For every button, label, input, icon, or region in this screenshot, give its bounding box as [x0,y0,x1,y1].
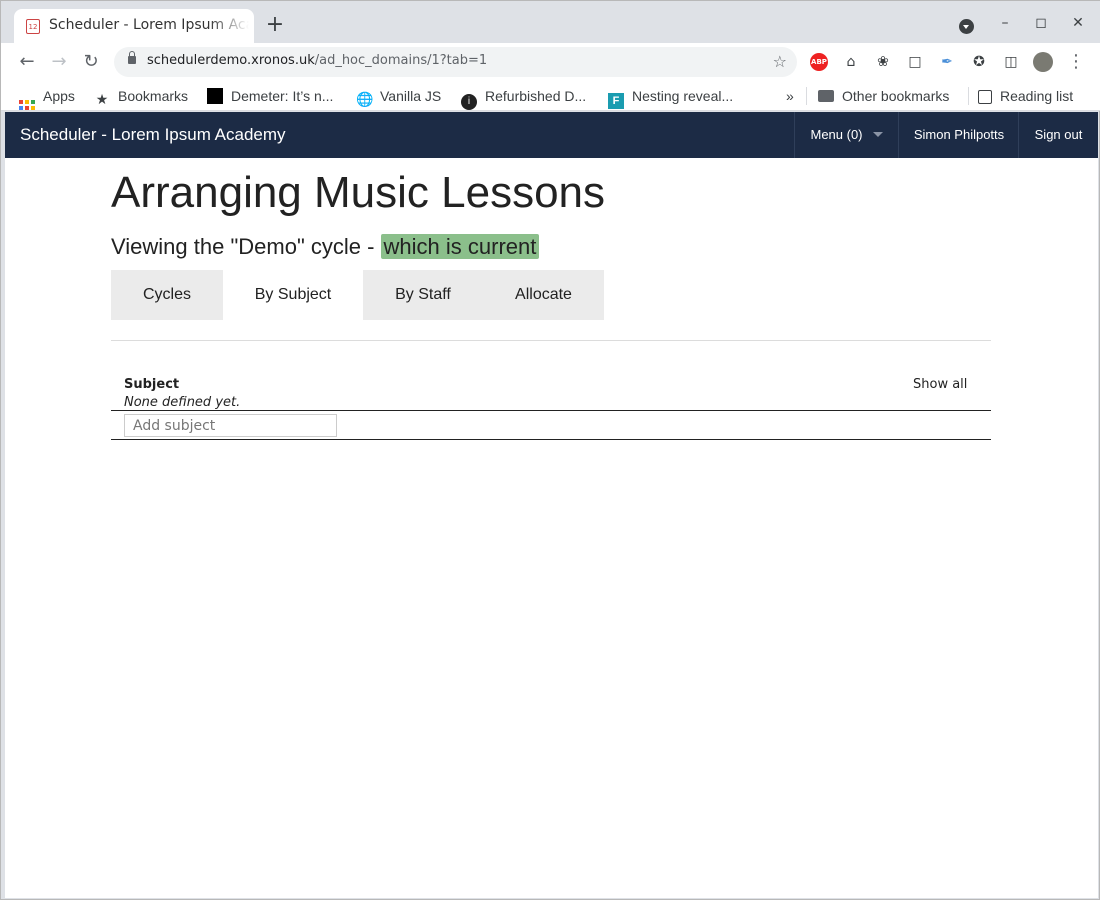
table-rule [111,410,991,411]
reading-list[interactable]: Reading list [978,85,1073,107]
user-name-link[interactable]: Simon Philpotts [898,112,1019,158]
reading-list-label: Reading list [1000,88,1074,104]
tab-by-staff[interactable]: By Staff [363,270,483,320]
url-path: /ad_hoc_domains/1?tab=1 [314,53,488,68]
maximize-icon[interactable]: ◻ [1031,13,1051,33]
profile-avatar[interactable] [1033,52,1053,72]
f-square-icon: F [608,93,624,109]
chevron-down-icon [872,132,883,137]
divider [111,340,991,341]
add-subject-input[interactable] [124,414,337,437]
tab-cycles[interactable]: Cycles [111,270,223,320]
bookmark-label: Demeter: It’s n... [231,88,334,104]
adblock-icon[interactable]: ABP [810,53,828,71]
bookmark-apps[interactable]: Apps [19,85,75,116]
url-host: schedulerdemo.xronos.uk [147,53,315,68]
extension-gnome-icon[interactable]: ❀ [874,53,892,71]
feather-icon[interactable]: ✒ [938,53,956,71]
subject-header: Subject [124,377,180,392]
bookmark-label: Bookmarks [118,88,189,104]
browser-menu-icon[interactable]: ⋮ [1067,51,1085,73]
sign-out-link[interactable]: Sign out [1018,112,1098,158]
cast-icon[interactable]: ◫ [1002,53,1020,71]
bookmark-refurbished[interactable]: i Refurbished D... [461,85,587,110]
current-badge: which is current [380,234,540,259]
bookmark-demeter[interactable]: Demeter: It’s n... [207,85,333,107]
show-all-link[interactable]: Show all [913,377,967,392]
empty-message: None defined yet. [124,395,241,410]
web-page: Scheduler - Lorem Ipsum Academy Menu (0)… [5,112,1098,898]
bookmark-label: Refurbished D... [485,88,587,104]
lock-icon [128,51,136,64]
bookmarks-bar: Apps ★ Bookmarks Demeter: It’s n... 🌐 Vani… [1,81,1100,116]
extension-house-icon[interactable]: ⌂ [842,53,860,71]
info-circle-icon: i [461,94,477,110]
address-bar[interactable]: schedulerdemo.xronos.uk/ad_hoc_domains/1… [114,47,797,77]
app-brand[interactable]: Scheduler - Lorem Ipsum Academy [20,125,286,145]
reading-list-icon [978,90,992,104]
bookmark-label: Apps [43,88,75,104]
cycle-subtitle: Viewing the "Demo" cycle - which is curr… [111,234,540,260]
browser-toolbar: ← → ↻ schedulerdemo.xronos.uk/ad_hoc_dom… [1,43,1100,81]
url-text: schedulerdemo.xronos.uk/ad_hoc_domains/1… [147,53,487,68]
calendar-favicon-icon: 12 [26,19,40,34]
tab-by-subject[interactable]: By Subject [223,270,363,320]
bookmark-star-icon[interactable]: ☆ [773,52,787,71]
screenshot-icon[interactable]: □ [906,53,924,71]
forward-icon[interactable]: → [48,51,70,73]
menu-dropdown[interactable]: Menu (0) [794,112,898,158]
bookmark-label: Nesting reveal... [632,88,734,104]
bookmark-bookmarks[interactable]: ★ Bookmarks [94,85,188,107]
tab-allocate[interactable]: Allocate [483,270,604,320]
tab-search-icon[interactable] [959,19,974,34]
black-square-icon [207,88,223,104]
tab-strip: 12 Scheduler - Lorem Ipsum Academy + – ◻… [1,1,1100,43]
tab-title: Scheduler - Lorem Ipsum Academy [49,17,249,33]
subtitle-text: Viewing the "Demo" cycle - [111,234,381,259]
minimize-icon[interactable]: – [995,13,1015,33]
app-topbar: Scheduler - Lorem Ipsum Academy Menu (0)… [5,112,1098,158]
bookmark-label: Other bookmarks [842,88,950,104]
bookmark-other-bookmarks[interactable]: Other bookmarks [818,85,949,107]
bookmarks-overflow-icon[interactable]: » [786,85,794,107]
browser-tab[interactable]: 12 Scheduler - Lorem Ipsum Academy [14,9,254,43]
extensions-puzzle-icon[interactable]: ✪ [970,53,988,71]
menu-label: Menu (0) [810,127,863,142]
browser-window: 12 Scheduler - Lorem Ipsum Academy + – ◻… [0,0,1100,900]
bookmark-vanilla-js[interactable]: 🌐 Vanilla JS [356,85,441,107]
folder-icon [818,90,834,102]
table-rule [111,439,991,440]
page-title: Arranging Music Lessons [111,168,606,217]
bookmark-nesting[interactable]: F Nesting reveal... [608,85,734,109]
bookmark-divider [806,87,807,105]
new-tab-icon[interactable]: + [263,14,287,38]
bookmark-label: Vanilla JS [380,88,442,104]
back-icon[interactable]: ← [16,51,38,73]
bookmark-divider [968,87,969,105]
globe-icon: 🌐 [356,91,374,107]
reload-icon[interactable]: ↻ [80,51,102,73]
star-icon: ★ [95,91,109,107]
close-icon[interactable]: ✕ [1068,13,1088,33]
